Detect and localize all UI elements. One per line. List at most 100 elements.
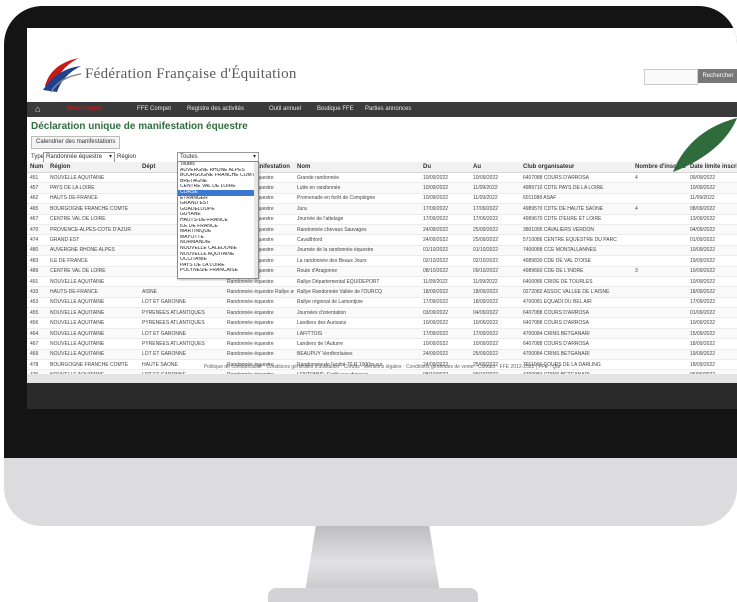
table-cell: 6011088 ASAF bbox=[520, 193, 632, 205]
table-cell: 17/09/2022 bbox=[470, 203, 520, 215]
table-cell: 491 bbox=[27, 276, 47, 288]
col-header[interactable]: Région bbox=[47, 162, 139, 173]
region-dropdown-list[interactable]: Toutes AUVERGNE RHONE ALPES BOURGOGNE FRAN… bbox=[177, 161, 259, 279]
ffe-logo[interactable]: Fédération Française d'Équitation bbox=[35, 50, 395, 94]
table-cell: 453 bbox=[27, 297, 47, 309]
table-cell: PROVENCE-ALPES-COTE D'AZUR bbox=[47, 224, 139, 236]
table-cell: 17/09/2022 bbox=[420, 214, 470, 225]
region-select-value: Toutes bbox=[180, 154, 198, 160]
table-cell: 24/09/2022 bbox=[420, 224, 470, 236]
table-cell: BOURGOGNE FRANCHE COMTE bbox=[47, 203, 139, 215]
table-cell: 09/10/2022 bbox=[470, 266, 520, 277]
col-header[interactable]: Du bbox=[420, 162, 470, 173]
table-cell: 10/09/2022 bbox=[470, 172, 520, 184]
table-cell bbox=[632, 182, 687, 194]
table-row[interactable]: 467 NOUVELLE AQUITAINE PYRENEES ATLANTIQUE… bbox=[27, 338, 737, 350]
table-cell: 09/09/2022 bbox=[687, 172, 737, 184]
table-row[interactable]: 453 NOUVELLE AQUITAINE LOT ET GARONNE Rando… bbox=[27, 297, 737, 309]
table-cell: 10/09/2022 bbox=[687, 182, 737, 194]
table-row[interactable]: 462HAUTS-DE-FRANCERandonnée équestreProm… bbox=[27, 193, 737, 205]
calendar-button[interactable]: Calendrier des manifestations bbox=[31, 136, 121, 149]
table-row[interactable]: 489CENTRE VAL DE LOIRERandonnée équestre… bbox=[27, 266, 737, 277]
table-cell: 17/09/2022 bbox=[470, 214, 520, 225]
table-cell: 24/09/2022 bbox=[420, 349, 470, 361]
table-row[interactable]: 455 NOUVELLE AQUITAINE PYRENEES ATLANTIQUE… bbox=[27, 307, 737, 319]
col-header[interactable]: Club organisateur bbox=[520, 162, 632, 173]
dropdown-options: Toutes AUVERGNE RHONE ALPES BOURGOGNE FRAN… bbox=[178, 162, 258, 274]
nav-item-annonces[interactable]: Parties annonces bbox=[365, 102, 411, 117]
header-search-button[interactable]: Rechercher bbox=[698, 69, 737, 83]
table-cell: 13/09/2022 bbox=[687, 214, 737, 225]
table-cell: 17/09/2022 bbox=[420, 203, 470, 215]
table-cell: NOUVELLE AQUITAINE bbox=[47, 349, 139, 361]
footer-links[interactable]: Politique de confidentialité · Condition… bbox=[27, 364, 737, 370]
col-header[interactable]: Nom bbox=[294, 162, 420, 173]
table-cell: 3 bbox=[632, 266, 687, 277]
table-row[interactable]: 469 NOUVELLE AQUITAINE LOT ET GARONNE Rando… bbox=[27, 349, 737, 361]
table-cell: 6400086 CRIDE DE TOURLES bbox=[520, 276, 632, 288]
nav-item-outil-annuel[interactable]: Outil annuel bbox=[269, 102, 301, 117]
table-cell: 19/09/2022 bbox=[687, 349, 737, 361]
table-row[interactable]: 433 HAUTS-DE-FRANCE AISNE Randonnée équestr… bbox=[27, 286, 737, 298]
table-row[interactable]: 467CENTRE VAL DE LOIRERandonnée équestre… bbox=[27, 214, 737, 225]
header-search-input[interactable] bbox=[644, 69, 698, 85]
table-cell: Randonnée équestre bbox=[224, 328, 294, 340]
table-cell: 10/09/2022 bbox=[687, 266, 737, 277]
table-row[interactable]: 491 NOUVELLE AQUITAINE Randonnée équestre R… bbox=[27, 276, 737, 288]
nav-item-boutique[interactable]: Boutique FFE bbox=[317, 102, 354, 117]
home-icon[interactable]: ⌂ bbox=[35, 104, 40, 115]
table-cell: 11/09/2022 bbox=[470, 193, 520, 205]
table-cell: 25/09/2022 bbox=[470, 349, 520, 361]
nav-item-registre[interactable]: Registre des activités bbox=[187, 102, 244, 117]
table-cell: 10/09/2022 bbox=[420, 317, 470, 329]
table-cell: 11/09/2022 bbox=[687, 193, 737, 205]
table-cell: 04/09/2022 bbox=[470, 307, 520, 319]
table-cell: 17/09/2022 bbox=[470, 328, 520, 340]
table-cell: NOUVELLE AQUITAINE bbox=[47, 338, 139, 350]
table-row[interactable]: 456 NOUVELLE AQUITAINE PYRENEES ATLANTIQUE… bbox=[27, 317, 737, 329]
table-cell: 18/09/2022 bbox=[470, 286, 520, 298]
table-row[interactable]: 483ILE DE FRANCERandonnée équestreLa ran… bbox=[27, 255, 737, 267]
table-cell: Landiers des Aurisans bbox=[294, 317, 420, 329]
table-cell: Rallye Randonnée Vallée de l'OURCQ bbox=[294, 286, 420, 298]
table-row[interactable]: 451NOUVELLE AQUITAINERandonnée équestreG… bbox=[27, 172, 737, 184]
table-cell: Lutte en randonnée bbox=[294, 182, 420, 194]
table-cell bbox=[632, 224, 687, 236]
table-cell: 4700084 CRINS BETGANARI bbox=[520, 349, 632, 361]
table-cell: HAUTS-DE-FRANCE bbox=[47, 193, 139, 205]
table-row[interactable]: 464 NOUVELLE AQUITAINE LOT ET GARONNE Rando… bbox=[27, 328, 737, 340]
table-cell: 08/10/2022 bbox=[420, 266, 470, 277]
table-cell: LOT ET GARONNE bbox=[139, 328, 224, 340]
dropdown-option[interactable]: POLYNESIE FRANCAISE bbox=[178, 268, 258, 274]
table-cell bbox=[632, 349, 687, 361]
table-cell: 08/09/2022 bbox=[687, 203, 737, 215]
table-cell: 17/09/2022 bbox=[420, 328, 470, 340]
manifestations-table: Num Région Dépt Type de manifestation No… bbox=[27, 162, 737, 383]
dropdown-scrollbar[interactable] bbox=[254, 162, 258, 278]
table-row[interactable]: 470PROVENCE-ALPES-COTE D'AZURRandonnée é… bbox=[27, 224, 737, 236]
table-cell: CENTRE VAL DE LOIRE bbox=[47, 214, 139, 225]
table-row[interactable]: 457PAYS DE LA LOIRERandonnée équestreLut… bbox=[27, 182, 737, 194]
type-select-value: Randonnée équestre bbox=[46, 154, 103, 160]
nav-item-ffe-compet[interactable]: FFE Compet bbox=[137, 102, 171, 117]
table-cell: NOUVELLE AQUITAINE bbox=[47, 317, 139, 329]
table-cell: 01/10/2022 bbox=[470, 245, 520, 257]
table-cell bbox=[632, 214, 687, 225]
table-cell: Journées d'orientation bbox=[294, 307, 420, 319]
table-cell: Randonnée équestre bbox=[224, 338, 294, 350]
col-header[interactable]: Au bbox=[470, 162, 520, 173]
table-row[interactable]: 474GRAND ESTRandonnée équestreCavalthlor… bbox=[27, 234, 737, 246]
main-navbar: ⌂ Mon compte FFE Compet Registre des act… bbox=[27, 102, 737, 117]
col-header[interactable]: Num bbox=[27, 162, 47, 173]
table-cell: 19/09/2022 bbox=[687, 255, 737, 267]
table-row[interactable]: 465BOURGOGNE FRANCHE COMTERandonnée éque… bbox=[27, 203, 737, 215]
footer-band bbox=[27, 374, 737, 383]
table-cell: 6407088 COURS D'ARROSA bbox=[520, 307, 632, 319]
table-cell: 18/09/2022 bbox=[420, 286, 470, 298]
table-cell bbox=[632, 338, 687, 350]
table-cell: NOUVELLE AQUITAINE bbox=[47, 307, 139, 319]
table-row[interactable]: 480AUVERGNE RHONE ALPESRandonnée équestr… bbox=[27, 245, 737, 257]
nav-item-mon-compte[interactable]: Mon compte bbox=[67, 102, 102, 117]
table-cell: Rallye Départemental EQUIDEPORT bbox=[294, 276, 420, 288]
table-cell: 4700084 CRINS BETGANARI bbox=[520, 328, 632, 340]
